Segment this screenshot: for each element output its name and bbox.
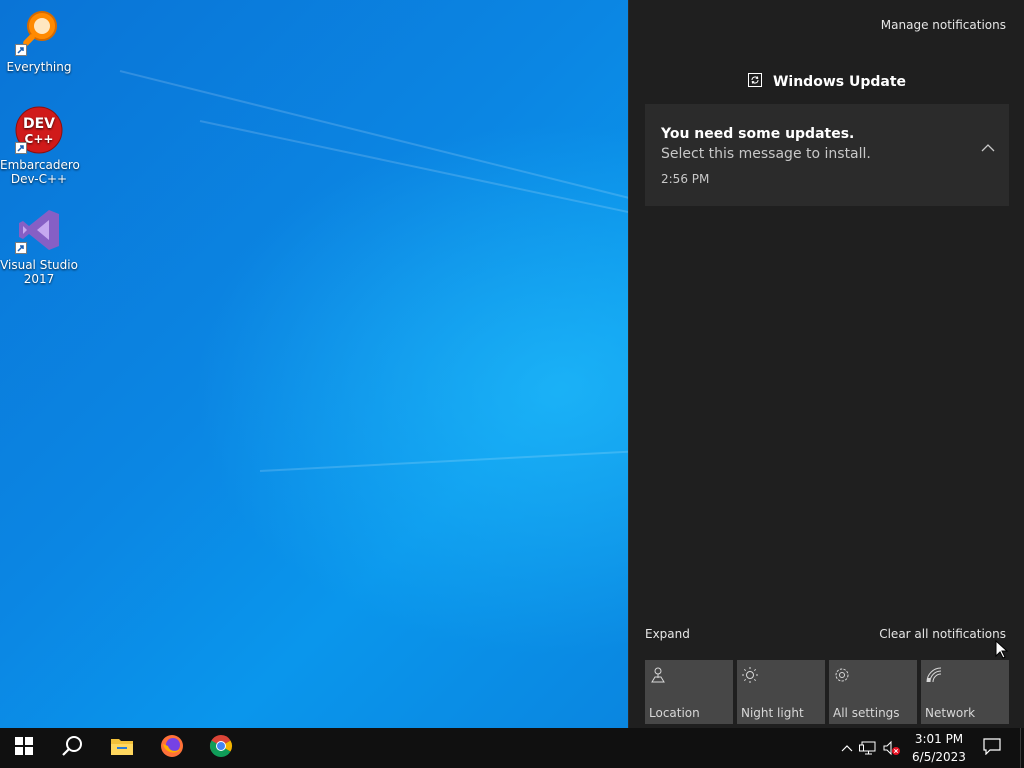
visual-studio-icon [15,206,63,254]
shortcut-arrow-icon [15,142,27,154]
wallpaper-light-beam [259,450,628,472]
notifications-icon [983,737,1001,759]
clear-all-notifications-link[interactable]: Clear all notifications [879,627,1006,641]
night-light-icon [741,667,759,688]
search-icon [61,735,83,761]
windows-update-notification[interactable]: You need some updates. Select this messa… [645,104,1009,206]
network-tray-icon[interactable] [856,740,880,756]
desktop-icon-label: Visual Studio 2017 [0,258,78,286]
svg-text:DEV: DEV [23,116,55,132]
search-button[interactable] [48,728,96,768]
desktop-icon-label: Embarcadero Dev-C++ [0,158,80,186]
notification-group-title: Windows Update [772,74,907,90]
desktop-wallpaper: Everything DEV C++ Embarcadero Dev-C++ V… [0,0,628,728]
show-hidden-icons-chevron[interactable] [838,744,856,752]
taskbar-chrome[interactable] [197,728,245,768]
taskbar-clock[interactable]: 3:01 PM 6/5/2023 [908,730,970,766]
action-center-button[interactable] [972,728,1012,768]
start-button[interactable] [0,728,48,768]
volume-muted-icon[interactable] [880,740,904,756]
file-explorer-icon [110,736,134,760]
taskbar-firefox[interactable] [148,728,196,768]
network-icon [925,667,943,688]
mouse-cursor-icon [995,639,1009,664]
settings-gear-icon [833,668,851,688]
notification-headline: You need some updates. [661,126,855,142]
expand-quick-actions-link[interactable]: Expand [645,627,690,641]
quick-action-label: Location [649,706,700,720]
notification-body: Select this message to install. [661,146,871,162]
chevron-up-icon[interactable] [981,138,995,157]
show-desktop-button[interactable] [1020,728,1024,768]
system-tray [838,728,904,768]
desktop-icon-dev-cpp[interactable]: DEV C++ Embarcadero Dev-C++ [0,106,80,186]
quick-action-location[interactable]: Location [645,660,733,724]
start-windows-icon [15,737,33,759]
manage-notifications-link[interactable]: Manage notifications [881,18,1006,32]
wallpaper-light-beam [119,70,628,208]
notification-group-header: Windows Update [629,72,1024,92]
shortcut-arrow-icon [15,44,27,56]
quick-actions-grid: Location Night light All settings Networ… [645,660,1009,724]
svg-text:C++: C++ [25,132,54,146]
notification-time: 2:56 PM [661,172,710,186]
shortcut-arrow-icon [15,242,27,254]
quick-action-network[interactable]: Network [921,660,1009,724]
firefox-icon [160,734,184,762]
everything-search-icon [15,8,63,56]
taskbar: 3:01 PM 6/5/2023 [0,728,1024,768]
windows-update-icon [747,72,763,92]
desktop-icon-label: Everything [6,60,72,74]
action-center-panel: Manage notifications Windows Update You … [628,0,1024,728]
quick-action-night-light[interactable]: Night light [737,660,825,724]
taskbar-file-explorer[interactable] [98,728,146,768]
clock-time: 3:01 PM [914,732,964,746]
location-icon [649,667,667,688]
chrome-icon [209,734,233,762]
wallpaper-light-beam [199,120,628,222]
quick-action-label: Night light [741,706,804,720]
desktop-icon-visual-studio[interactable]: Visual Studio 2017 [0,206,78,286]
quick-action-label: Network [925,706,976,720]
clock-date: 6/5/2023 [912,750,966,764]
quick-action-label: All settings [833,706,900,720]
desktop-icon-everything[interactable]: Everything [0,8,78,74]
dev-cpp-icon: DEV C++ [15,106,63,154]
quick-action-all-settings[interactable]: All settings [829,660,917,724]
